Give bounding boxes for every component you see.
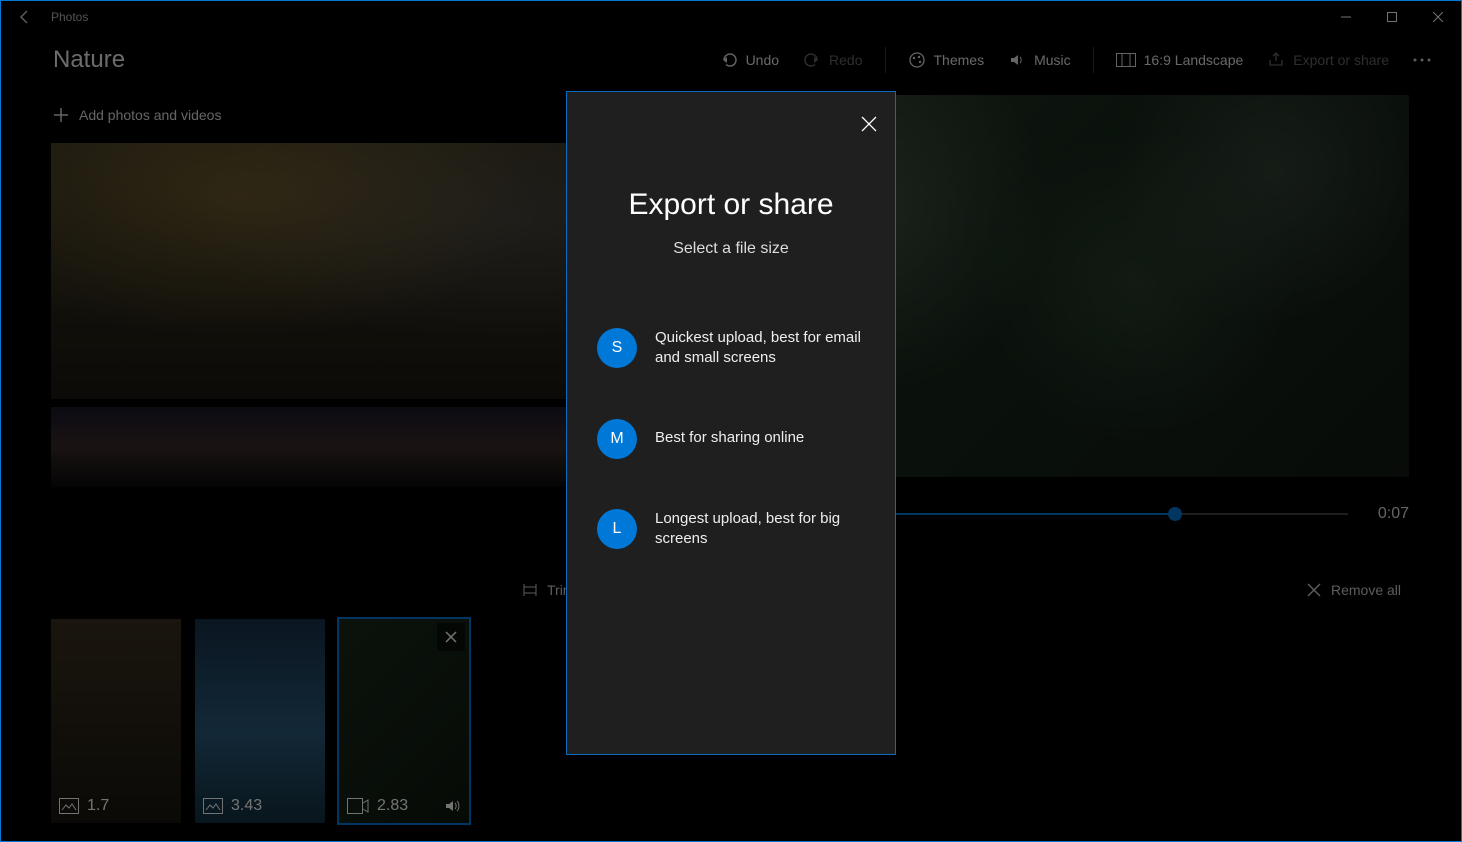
clip-duration: 3.43 [231,797,262,815]
undo-label: Undo [746,52,779,68]
music-button[interactable]: Music [998,40,1081,80]
speaker-icon [443,797,461,815]
app-window: Photos Nature Undo Redo [0,0,1462,842]
photo-icon [203,798,223,814]
clip-duration: 1.7 [87,797,109,815]
separator [885,47,886,73]
share-icon [1267,51,1285,69]
video-icon [347,798,369,814]
size-badge-s: S [597,328,637,368]
export-dialog: Export or share Select a file size S Qui… [566,91,896,755]
option-text: Quickest upload, best for email and smal… [655,328,865,369]
export-option-large[interactable]: L Longest upload, best for big screens [597,509,865,550]
palette-icon [908,51,926,69]
aspect-button[interactable]: 16:9 Landscape [1106,40,1254,80]
redo-label: Redo [829,52,862,68]
separator [1093,47,1094,73]
timeline-playhead[interactable] [1168,507,1182,521]
export-label: Export or share [1293,52,1389,68]
dialog-title: Export or share [567,188,895,222]
add-label: Add photos and videos [79,107,221,123]
clip-item[interactable]: 1.7 [51,619,181,823]
themes-button[interactable]: Themes [898,40,995,80]
app-name: Photos [51,10,88,24]
option-text: Best for sharing online [655,428,804,448]
undo-icon [720,51,738,69]
remove-label: Remove all [1331,582,1401,598]
minimize-button[interactable] [1323,1,1369,33]
header-toolbar: Nature Undo Redo Themes Music 16: [1,33,1461,87]
export-option-medium[interactable]: M Best for sharing online [597,419,865,459]
maximize-button[interactable] [1369,1,1415,33]
music-label: Music [1034,52,1071,68]
ellipsis-icon [1413,58,1431,62]
window-controls [1323,1,1461,33]
dialog-close-button[interactable] [853,108,885,140]
close-icon [1307,583,1321,597]
clip-remove-button[interactable] [437,623,465,651]
aspect-label: 16:9 Landscape [1144,52,1244,68]
redo-button[interactable]: Redo [793,40,872,80]
timeline-time: 0:07 [1378,505,1409,523]
dialog-subtitle: Select a file size [567,240,895,258]
option-text: Longest upload, best for big screens [655,509,865,550]
clip-duration: 2.83 [377,797,408,815]
window-close-button[interactable] [1415,1,1461,33]
photo-icon [59,798,79,814]
plus-icon [53,107,69,123]
size-badge-l: L [597,509,637,549]
remove-all-button[interactable]: Remove all [1307,582,1401,598]
clip-item[interactable]: 3.43 [195,619,325,823]
size-badge-m: M [597,419,637,459]
back-button[interactable] [9,1,41,33]
undo-button[interactable]: Undo [710,40,789,80]
export-option-small[interactable]: S Quickest upload, best for email and sm… [597,328,865,369]
export-button[interactable]: Export or share [1257,40,1399,80]
speaker-icon [1008,51,1026,69]
themes-label: Themes [934,52,985,68]
trim-icon [521,581,539,599]
project-title[interactable]: Nature [53,46,125,74]
redo-icon [803,51,821,69]
aspect-icon [1116,53,1136,67]
titlebar: Photos [1,1,1461,33]
clip-item-selected[interactable]: 2.83 [339,619,469,823]
storyboard-clips: 1.7 3.43 2.83 [51,619,469,823]
more-button[interactable] [1403,40,1441,80]
